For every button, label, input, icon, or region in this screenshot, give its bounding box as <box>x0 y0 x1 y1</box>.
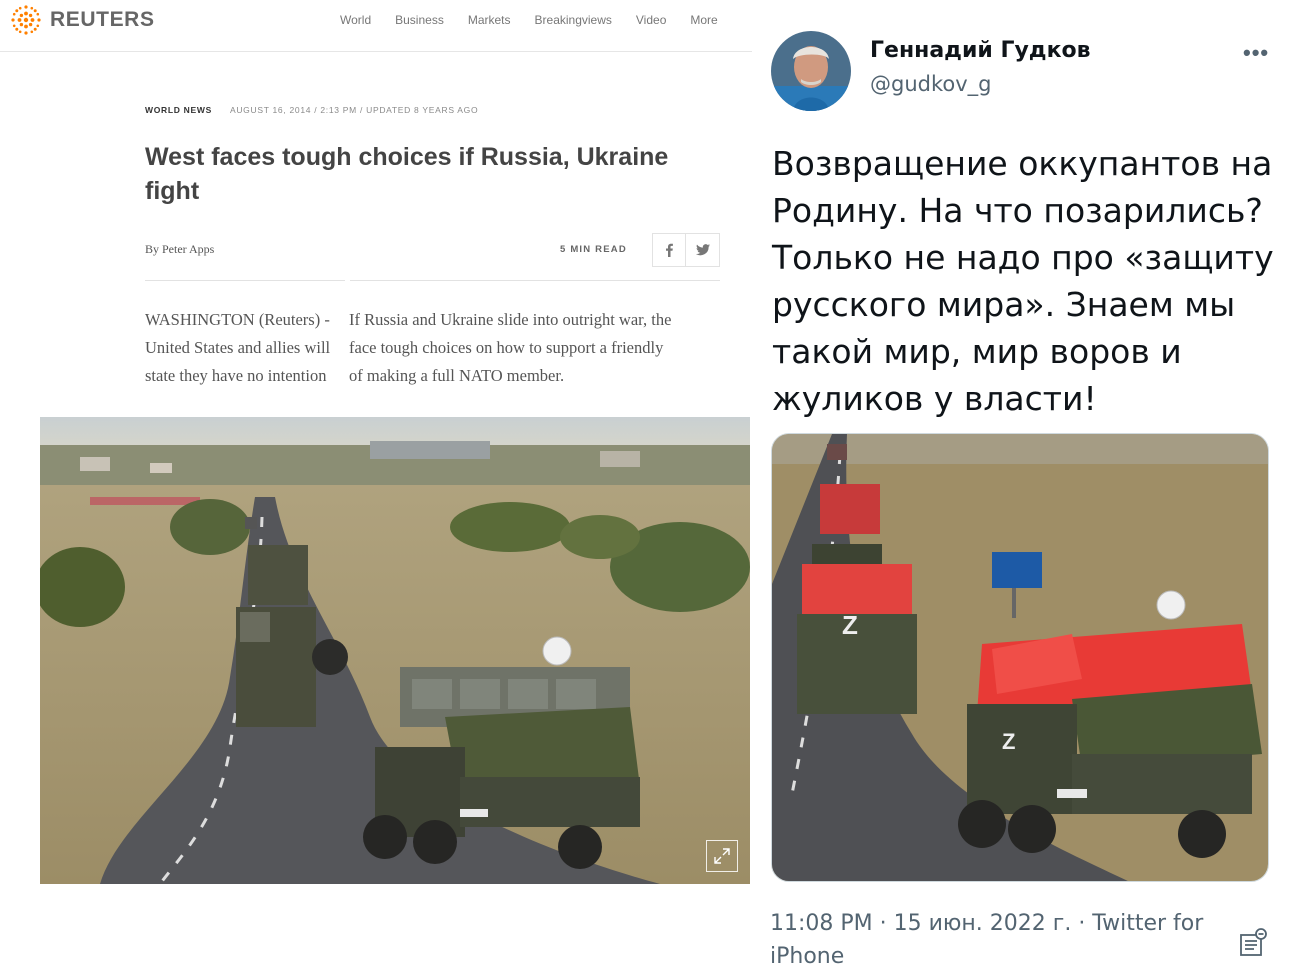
reuters-logo[interactable]: REUTERS <box>9 3 155 37</box>
avatar-photo <box>771 31 851 111</box>
expand-icon <box>714 848 730 864</box>
body-line: face tough choices on how to support a f… <box>349 338 664 357</box>
body-line: WASHINGTON (Reuters) - <box>145 310 330 329</box>
divider <box>145 280 345 281</box>
reuters-article-panel: REUTERS World Business Markets Breakingv… <box>0 0 752 980</box>
article-dateline: AUGUST 16, 2014 / 2:13 PM / UPDATED 8 YE… <box>229 105 479 115</box>
tweet-media-photo[interactable]: Z Z <box>771 433 1269 882</box>
svg-text:Z: Z <box>842 610 858 640</box>
facebook-icon <box>666 243 673 257</box>
body-line: If Russia and Ukraine slide into outrigh… <box>349 310 672 329</box>
body-line: United States and allies will <box>145 338 331 357</box>
share-twitter-button[interactable] <box>686 233 720 267</box>
nav-business[interactable]: Business <box>395 13 444 27</box>
edited-convoy-photo: Z Z <box>772 434 1268 881</box>
reuters-logo-text: REUTERS <box>50 8 155 31</box>
analytics-button[interactable] <box>1238 928 1268 963</box>
reuters-nav: World Business Markets Breakingviews Vid… <box>340 13 718 27</box>
nav-breakingviews[interactable]: Breakingviews <box>535 13 612 27</box>
nav-markets[interactable]: Markets <box>468 13 511 27</box>
reuters-header: REUTERS World Business Markets Breakingv… <box>0 0 752 52</box>
body-line: state they have no intention <box>145 366 327 385</box>
nav-world[interactable]: World <box>340 13 371 27</box>
article-lead-photo[interactable] <box>40 417 750 884</box>
nav-video[interactable]: Video <box>636 13 666 27</box>
analytics-icon <box>1240 928 1267 956</box>
article-read-time: 5 MIN READ <box>560 244 627 255</box>
article-section-link[interactable]: WORLD NEWS <box>145 105 212 115</box>
article-headline: West faces tough choices if Russia, Ukra… <box>145 143 669 205</box>
avatar[interactable] <box>771 31 851 111</box>
twitter-icon <box>695 244 710 256</box>
share-buttons <box>652 233 720 267</box>
tweet-text: Возвращение оккупантов на Родину. На что… <box>772 144 1274 418</box>
nav-more[interactable]: More <box>690 13 717 27</box>
body-line: of making a full NATO member. <box>349 366 565 385</box>
article-body-column-1: WASHINGTON (Reuters) - United States and… <box>145 306 345 390</box>
divider <box>350 280 720 281</box>
tweet-author-handle[interactable]: @gudkov_g <box>870 72 992 96</box>
article-byline[interactable]: By Peter Apps <box>145 242 214 257</box>
expand-photo-button[interactable] <box>706 840 738 872</box>
article-body-column-2: If Russia and Ukraine slide into outrigh… <box>349 306 671 390</box>
article-meta: WORLD NEWS AUGUST 16, 2014 / 2:13 PM / U… <box>145 105 478 115</box>
tweet-author-name[interactable]: Геннадий Гудков <box>870 38 1091 63</box>
more-options-icon[interactable]: ••• <box>1243 40 1269 66</box>
reuters-logo-icon <box>11 5 41 35</box>
tweet-panel: Геннадий Гудков @gudkov_g ••• Возвращени… <box>752 0 1294 980</box>
convoy-road-photo <box>40 417 750 884</box>
share-facebook-button[interactable] <box>652 233 686 267</box>
svg-text:Z: Z <box>1002 729 1015 754</box>
tweet-timestamp[interactable]: 11:08 PM · 15 июн. 2022 г. · Twitter for… <box>770 907 1230 973</box>
